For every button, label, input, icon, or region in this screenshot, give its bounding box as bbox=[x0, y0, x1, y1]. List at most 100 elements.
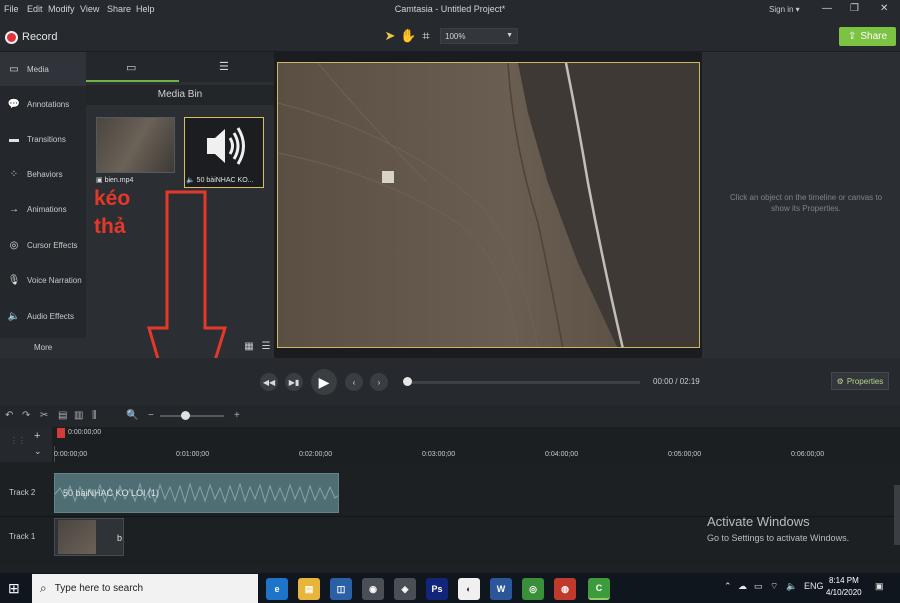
zoom-value: 100% bbox=[445, 32, 466, 41]
ruler-label: 0:06:00;00 bbox=[791, 451, 825, 458]
windows-start-icon[interactable]: ⊞ bbox=[8, 580, 20, 597]
next-clip-icon[interactable]: › bbox=[370, 373, 388, 391]
store-icon[interactable]: ◫ bbox=[330, 578, 352, 600]
zoom-out-icon[interactable]: − bbox=[148, 410, 154, 421]
list-view-icon[interactable]: ☰ bbox=[259, 341, 273, 355]
copy-icon[interactable]: ▤ bbox=[58, 410, 67, 421]
playhead[interactable] bbox=[57, 428, 65, 438]
track-1-label: Track 1 bbox=[9, 532, 36, 541]
timeline-vertical-scrollbar[interactable] bbox=[894, 485, 900, 545]
time-separator: / bbox=[675, 377, 678, 386]
step-forward-icon[interactable]: ▶▮ bbox=[285, 373, 303, 391]
redo-icon[interactable]: ↷ bbox=[22, 410, 30, 421]
sidebar-item-label: Voice Narration bbox=[27, 275, 82, 285]
more-button[interactable]: More bbox=[34, 343, 52, 352]
tab-library-icon[interactable]: ☰ bbox=[219, 60, 229, 73]
pan-tool-icon[interactable]: ✋ bbox=[400, 28, 416, 44]
grid-view-icon[interactable]: ▦ bbox=[242, 341, 256, 355]
sidebar-item-annotations[interactable]: 💬 Annotations bbox=[0, 87, 86, 121]
zoom-icon[interactable]: 🔍 bbox=[126, 410, 138, 421]
sidebar-item-label: Cursor Effects bbox=[27, 240, 78, 250]
edge-browser-icon[interactable]: e bbox=[266, 578, 288, 600]
media-icon: ▭ bbox=[9, 63, 19, 75]
previous-clip-icon[interactable]: ‹ bbox=[345, 373, 363, 391]
cloud-icon[interactable]: ☁ bbox=[738, 581, 747, 592]
ruler-label: 0:05:00;00 bbox=[668, 451, 702, 458]
minimize-icon[interactable]: — bbox=[822, 3, 832, 14]
close-icon[interactable]: ✕ bbox=[880, 3, 888, 14]
language-indicator[interactable]: ENG bbox=[804, 581, 824, 591]
activate-windows-subtitle: Go to Settings to activate Windows. bbox=[707, 533, 850, 543]
word-icon[interactable]: W bbox=[490, 578, 512, 600]
tab-media-bin-icon[interactable]: ▭ bbox=[126, 61, 136, 74]
battery-icon[interactable]: ▭ bbox=[754, 581, 763, 592]
clock-date[interactable]: 4/10/2020 bbox=[826, 588, 862, 597]
paste-icon[interactable]: ▥ bbox=[74, 410, 83, 421]
app-icon[interactable]: ◐ bbox=[458, 578, 480, 600]
chevron-up-icon[interactable]: ⌃ bbox=[724, 581, 732, 592]
timeline-zoom-handle[interactable] bbox=[181, 411, 190, 420]
file-explorer-icon[interactable]: ▤ bbox=[298, 578, 320, 600]
undo-icon[interactable]: ↶ bbox=[5, 410, 13, 421]
speaker-icon: 🔈 bbox=[7, 310, 21, 322]
preview-canvas[interactable] bbox=[277, 62, 700, 348]
sidebar-item-label: Media bbox=[27, 64, 49, 74]
track-2-label: Track 2 bbox=[9, 488, 36, 497]
scrubber-handle[interactable] bbox=[403, 377, 412, 386]
animations-icon: → bbox=[9, 203, 19, 215]
app-icon[interactable]: ◈ bbox=[394, 578, 416, 600]
notifications-icon[interactable]: ▣ bbox=[875, 581, 884, 592]
video-clip-label: b bbox=[117, 533, 123, 543]
network-icon[interactable]: ⌔ bbox=[770, 581, 778, 592]
sidebar-item-label: Animations bbox=[27, 204, 67, 214]
properties-hint: Click an object on the timeline or canva… bbox=[729, 193, 883, 213]
restore-icon[interactable]: ❐ bbox=[850, 3, 859, 14]
transitions-icon: ▬ bbox=[9, 133, 19, 145]
sidebar-item-audio-effects[interactable]: 🔈 Audio Effects bbox=[0, 299, 86, 333]
share-button[interactable]: ⇪ Share bbox=[839, 27, 896, 46]
sidebar-item-cursor-effects[interactable]: ◎ Cursor Effects bbox=[0, 228, 86, 262]
sidebar-item-transitions[interactable]: ▬ Transitions bbox=[0, 122, 86, 156]
crop-tool-icon[interactable]: ⌗ bbox=[418, 28, 434, 44]
cut-icon[interactable]: ✂ bbox=[40, 410, 48, 421]
audio-clip-label: 50 bàiNHAC KO LOI (1) bbox=[63, 488, 160, 498]
canvas-zoom-select[interactable]: 100% ▼ bbox=[440, 28, 518, 44]
media-bin-tabs bbox=[86, 52, 274, 82]
playback-scrubber[interactable] bbox=[404, 381, 640, 384]
timeline-zoom-slider[interactable] bbox=[160, 415, 224, 417]
sidebar-item-voice-narration[interactable]: 🎙 Voice Narration bbox=[0, 263, 86, 297]
chrome-icon[interactable]: ◎ bbox=[522, 578, 544, 600]
ruler-label: 0:01:00;00 bbox=[176, 451, 210, 458]
properties-button-label: Properties bbox=[846, 376, 884, 386]
collapse-tracks-icon[interactable]: ⌄ bbox=[34, 446, 42, 457]
add-track-icon[interactable]: + bbox=[34, 430, 40, 442]
record-button[interactable]: Record bbox=[5, 29, 57, 45]
app-icon[interactable]: ◉ bbox=[362, 578, 384, 600]
step-back-icon[interactable]: ◀◀ bbox=[260, 373, 278, 391]
ruler-label: 0:02:00;00 bbox=[299, 451, 333, 458]
current-time: 00:00 bbox=[653, 377, 674, 386]
sidebar-item-media[interactable]: ▭ Media bbox=[0, 52, 86, 86]
gear-icon: ⚙ bbox=[836, 376, 844, 386]
share-icon: ⇪ bbox=[847, 31, 857, 42]
media-item-audio-label: 🔈 50 bàiNHAC KO... bbox=[186, 177, 254, 184]
select-tool-icon[interactable]: ➤ bbox=[382, 28, 398, 44]
volume-icon[interactable]: 🔈 bbox=[786, 581, 797, 592]
media-item-video-thumbnail[interactable] bbox=[96, 117, 175, 173]
app-icon[interactable]: ◍ bbox=[554, 578, 576, 600]
cursor-effects-icon: ◎ bbox=[9, 239, 19, 251]
zoom-in-icon[interactable]: + bbox=[234, 410, 240, 421]
split-icon[interactable]: ⫼ bbox=[92, 410, 97, 421]
sidebar-item-animations[interactable]: → Animations bbox=[0, 192, 86, 226]
properties-button[interactable]: ⚙ Properties bbox=[831, 372, 889, 390]
media-item-video-label: ▣ bien.mp4 bbox=[96, 177, 134, 184]
clock-time[interactable]: 8:14 PM bbox=[829, 576, 859, 585]
sign-in-menu[interactable]: Sign in ▾ bbox=[769, 5, 800, 14]
photoshop-icon[interactable]: Ps bbox=[426, 578, 448, 600]
sidebar-item-behaviors[interactable]: ⁘ Behaviors bbox=[0, 157, 86, 191]
play-icon[interactable]: ▶ bbox=[311, 369, 337, 395]
camtasia-icon[interactable]: C bbox=[588, 578, 610, 600]
taskbar-search-box[interactable]: ⌕ Type here to search bbox=[32, 574, 258, 603]
active-tab-indicator bbox=[86, 80, 179, 82]
audio-file-icon: 🔈 bbox=[186, 177, 195, 184]
